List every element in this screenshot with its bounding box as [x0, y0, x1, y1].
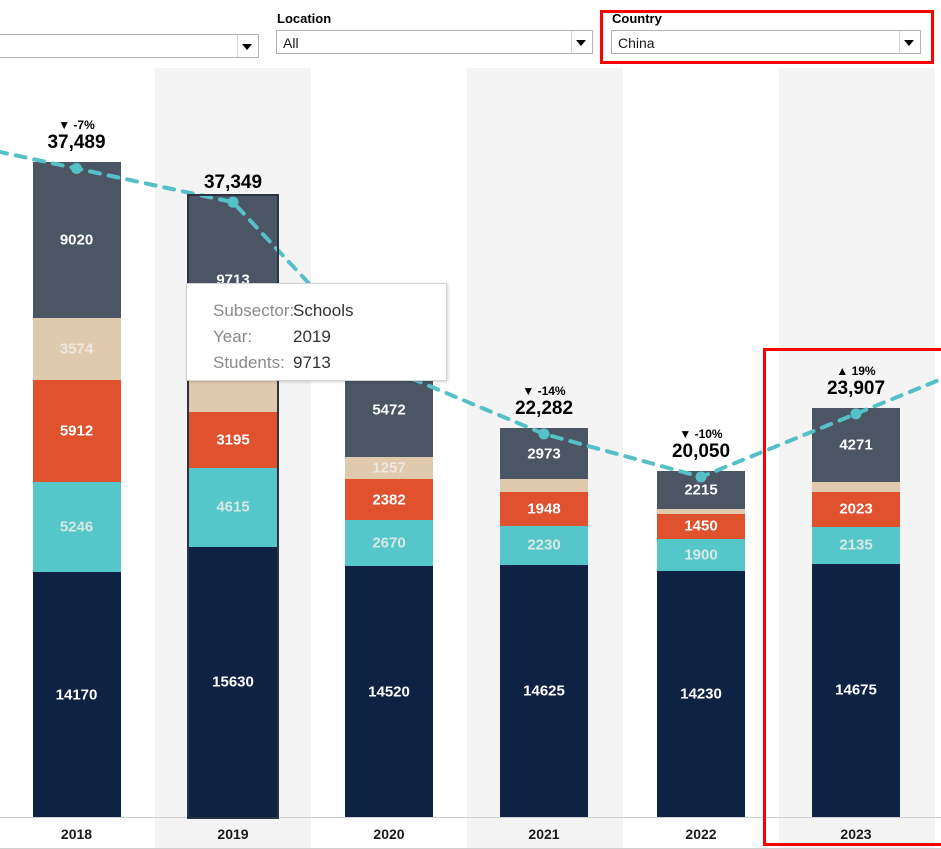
- x-axis-tick-2023[interactable]: 2023: [796, 826, 916, 842]
- tooltip-key: Students:: [213, 353, 285, 372]
- pct-change-label-2023: ▲ 19%: [836, 363, 876, 378]
- bar-total-group-2022: ▼ -10% 20,050: [621, 427, 781, 463]
- total-label-2021: 22,282: [514, 397, 574, 419]
- total-label-2018: 37,489: [47, 132, 106, 154]
- bar-total-group-2023: ▲ 19% 23,907: [776, 364, 936, 400]
- dashboard-root: Location All Country China 9020 3574 5912 5…: [0, 0, 941, 849]
- location-dropdown-value: All: [283, 35, 299, 51]
- total-label-2022: 20,050: [671, 440, 731, 462]
- chevron-down-icon: [576, 40, 586, 46]
- chevron-down-icon: [242, 44, 252, 50]
- tooltip-row: Students: 9713: [213, 350, 430, 376]
- tooltip-key: Subsector:: [213, 301, 295, 320]
- x-axis-tick-2022[interactable]: 2022: [641, 826, 761, 842]
- pct-change-label-2021: ▼ -14%: [522, 383, 566, 398]
- chart-tooltip: Subsector: Schools Year: 2019 Students: …: [186, 283, 447, 381]
- trend-point-2018[interactable]: [71, 162, 82, 174]
- trend-point-2019[interactable]: [227, 196, 239, 208]
- filter-first: [0, 34, 259, 58]
- filter-bar: Location All Country China: [0, 0, 941, 68]
- chevron-down-icon: [904, 40, 914, 46]
- pct-change-label-2018: ▼ -7%: [58, 118, 95, 133]
- trend-point-2021[interactable]: [538, 428, 550, 440]
- bar-total-group-2019: 37,349: [153, 172, 313, 194]
- x-axis-tick-2018[interactable]: 2018: [17, 826, 137, 842]
- x-axis-tick-2021[interactable]: 2021: [484, 826, 604, 842]
- country-filter-label: Country: [612, 11, 662, 26]
- trend-line: [0, 149, 941, 483]
- pct-change-label-2022: ▼ -10%: [679, 426, 723, 441]
- first-dropdown[interactable]: [0, 34, 259, 58]
- tooltip-row: Subsector: Schools: [213, 298, 430, 324]
- country-dropdown-separator: [899, 31, 900, 53]
- tooltip-value: Schools: [293, 301, 354, 320]
- tooltip-row: Year: 2019: [213, 324, 430, 350]
- trend-point-2023[interactable]: [850, 408, 862, 420]
- total-label-2023: 23,907: [826, 377, 886, 399]
- location-dropdown-separator: [571, 31, 572, 53]
- country-dropdown[interactable]: China: [611, 30, 921, 54]
- first-dropdown-separator: [237, 35, 238, 57]
- tooltip-value: 9713: [293, 353, 331, 372]
- bar-total-group-2018: ▼ -7% 37,489: [0, 118, 157, 154]
- trend-point-2022[interactable]: [695, 471, 707, 483]
- filter-location: Location All: [276, 12, 593, 54]
- stacked-bar-chart: 9020 3574 5912 5246 14170 9713 3195 4615 15630 54…: [0, 68, 941, 849]
- trend-line-path: [0, 149, 941, 480]
- x-axis-tick-2020[interactable]: 2020: [329, 826, 449, 842]
- bar-total-group-2021: ▼ -14% 22,282: [464, 384, 624, 420]
- tooltip-key: Year:: [213, 327, 253, 346]
- filter-country: Country China: [611, 12, 921, 54]
- x-axis-tick-2019[interactable]: 2019: [173, 826, 293, 842]
- location-filter-label: Location: [277, 11, 332, 26]
- location-dropdown[interactable]: All: [276, 30, 593, 54]
- country-dropdown-value: China: [618, 35, 655, 51]
- total-label-2019: 37,349: [203, 172, 263, 194]
- tooltip-value: 2019: [293, 327, 331, 346]
